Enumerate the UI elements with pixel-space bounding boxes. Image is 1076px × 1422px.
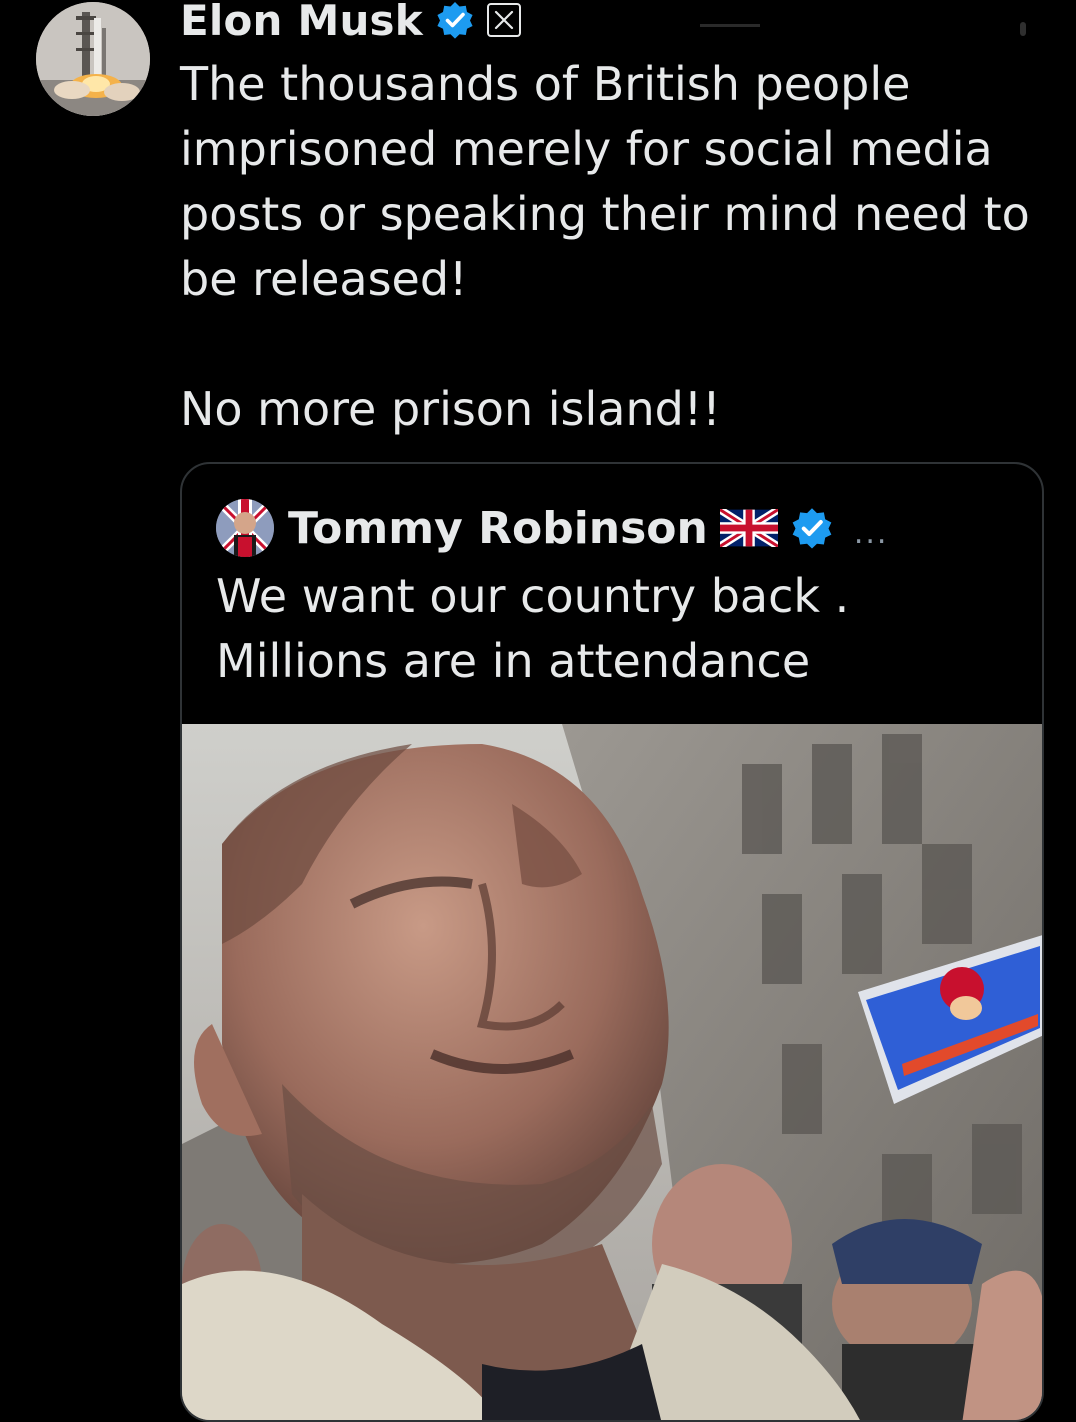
obscured-mark [1020,22,1026,36]
rocket-launch-icon [36,2,150,116]
verified-badge-icon [435,0,475,40]
x-logo-icon[interactable] [486,3,521,37]
author-avatar[interactable] [36,2,150,116]
quoted-author-name[interactable]: Tommy Robinson [288,503,708,554]
obscured-handle [700,24,760,27]
more-options-icon[interactable]: ... [854,516,889,551]
quoted-tweet-card[interactable]: Tommy Robinson ... We want our country b… [180,462,1044,1422]
uk-flag-icon [717,506,780,550]
author-name[interactable]: Elon Musk [180,0,423,45]
quoted-tweet-text: We want our country back . Millions are … [216,569,850,688]
tweet-text: The thousands of British people imprison… [180,57,1030,436]
verified-badge-icon [790,506,834,550]
quoted-author-avatar[interactable] [216,499,274,557]
quoted-tweet-header: Tommy Robinson ... [216,498,888,558]
quoted-video-thumbnail[interactable] [182,724,1042,1420]
tweet-header: Elon Musk [180,0,521,48]
